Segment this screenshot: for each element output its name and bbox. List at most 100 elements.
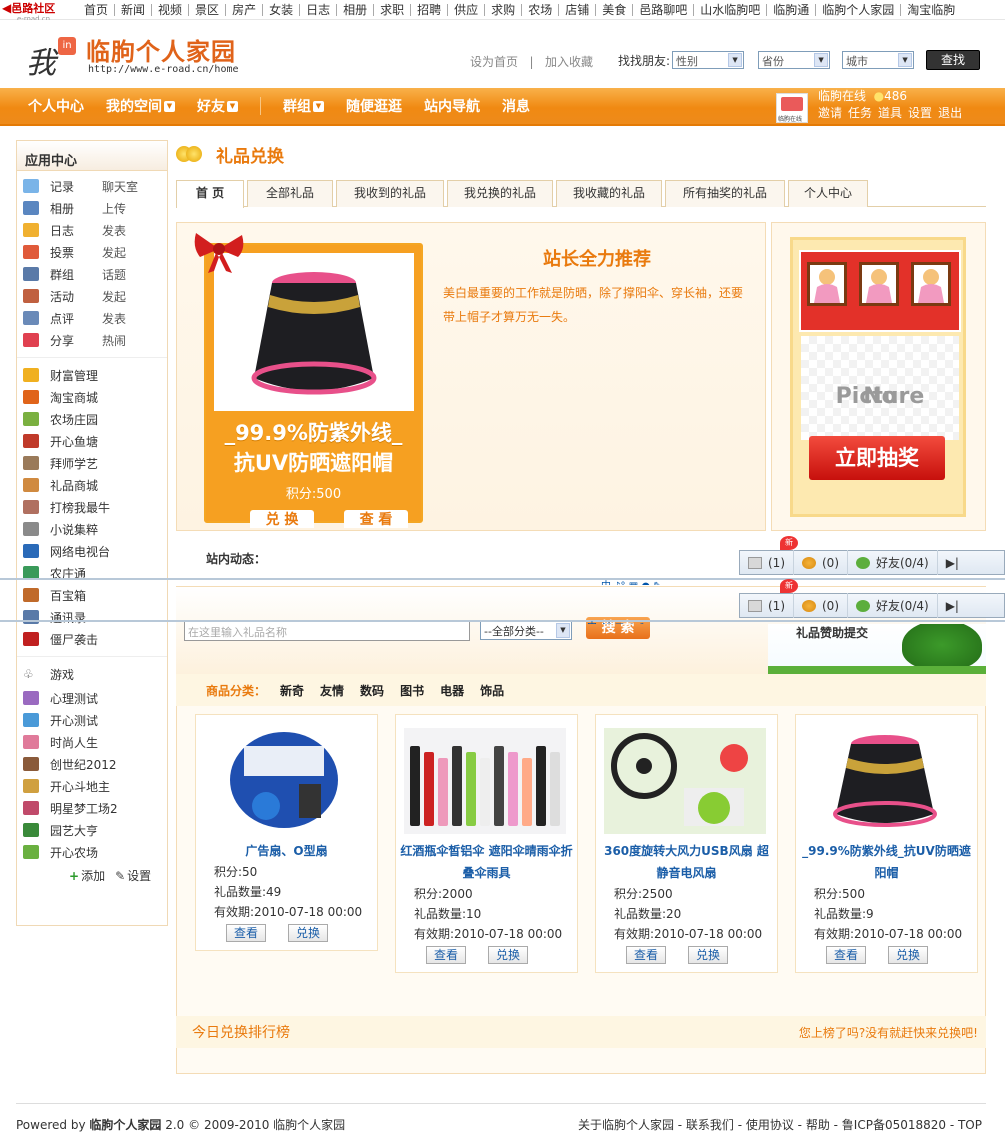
sidebar-app-action[interactable]: 发起 [102, 244, 126, 261]
category-link[interactable]: 饰品 [480, 682, 504, 699]
tab-gift-6[interactable]: 个人中心 [788, 180, 868, 207]
rank-cta-link[interactable]: 您上榜了吗?没有就赶快来兑换吧! [799, 1024, 978, 1041]
product-image[interactable] [204, 728, 366, 834]
sidebar-app-action[interactable]: 上传 [102, 200, 126, 217]
sidebar-game-item[interactable]: 心理测试 [23, 687, 167, 709]
site-logo[interactable]: ◀邑路社区 e-road.cn [2, 1, 74, 23]
home-logo[interactable]: 我 in 临朐个人家园 http://www.e-road.cn/home [22, 30, 252, 81]
sidebar-game-item[interactable]: 开心斗地主 [23, 775, 167, 797]
top-link[interactable]: 临朐通 [766, 4, 815, 16]
top-link[interactable]: 农场 [521, 4, 558, 16]
nav-item[interactable]: 随便逛逛 [346, 96, 402, 116]
top-link[interactable]: 美食 [595, 4, 632, 16]
sidebar-app-action[interactable]: 聊天室 [102, 178, 138, 195]
product-image[interactable] [604, 728, 766, 834]
add-app-link[interactable]: 添加 [81, 867, 105, 884]
product-exchange-button[interactable]: 兑换 [488, 946, 528, 964]
product-view-button[interactable]: 查看 [826, 946, 866, 964]
category-link[interactable]: 图书 [400, 682, 424, 699]
nav-item[interactable]: 我的空间 ▼ [106, 96, 175, 116]
sidebar-app-action[interactable]: 热闹 [102, 332, 126, 349]
sidebar-app-link[interactable]: 活动 [50, 288, 102, 305]
sidebar-list-item[interactable]: 财富管理 [23, 364, 167, 386]
product-name-link[interactable]: 360度旋转大风力USB风扇 超静音电风扇 [600, 840, 773, 884]
add-favorite-link[interactable]: 加入收藏 [545, 55, 593, 69]
top-link[interactable]: 女装 [262, 4, 299, 16]
product-exchange-button[interactable]: 兑换 [688, 946, 728, 964]
chat-expand-button[interactable]: ▶| [938, 550, 967, 575]
product-image[interactable] [804, 728, 966, 834]
tab-gift-1[interactable]: 全部礼品 [247, 180, 333, 207]
sidebar-app-link[interactable]: 记录 [50, 178, 102, 195]
sidebar-game-item[interactable]: 开心农场 [23, 841, 167, 863]
top-link[interactable]: 景区 [188, 4, 225, 16]
sidebar-app-link[interactable]: 投票 [50, 244, 102, 261]
gender-select[interactable]: 性别 ▼ [672, 51, 745, 69]
sidebar-list-item[interactable]: 农场庄园 [23, 408, 167, 430]
sidebar-app-link[interactable]: 分享 [50, 332, 102, 349]
product-view-button[interactable]: 查看 [426, 946, 466, 964]
sidebar-game-item[interactable]: 时尚人生 [23, 731, 167, 753]
sidebar-list-item[interactable]: 打榜我最牛 [23, 496, 167, 518]
top-link[interactable]: 求职 [373, 4, 410, 16]
footer-brand[interactable]: 临朐个人家园 [89, 1118, 161, 1132]
user-name-link[interactable]: 临朐在线 [818, 89, 866, 103]
top-link[interactable]: 招聘 [410, 4, 447, 16]
find-button[interactable]: 查找 [926, 50, 981, 70]
chat-messages-button[interactable]: 新 (1) [740, 536, 798, 575]
tab-gift-0[interactable]: 首 页 [176, 180, 244, 208]
sidebar-game-item[interactable]: 园艺大亨 [23, 819, 167, 841]
top-link[interactable]: 首页 [78, 4, 114, 16]
category-link[interactable]: 数码 [360, 682, 384, 699]
province-select[interactable]: 省份 ▼ [758, 51, 831, 69]
sidebar-list-item[interactable]: 农庄通 [23, 562, 167, 584]
user-link[interactable]: 退出 [938, 106, 962, 120]
chat-messages-button[interactable]: 新 (1) [740, 579, 798, 618]
top-link[interactable]: 日志 [299, 4, 336, 16]
featured-gift[interactable]: _99.9%防紫外线_ 抗UV防晒遮阳帽 积分:500 兑 换 查 看 [194, 233, 423, 528]
sidebar-list-item[interactable]: 小说集粹 [23, 518, 167, 540]
sidebar-list-item[interactable]: 通讯录 [23, 606, 167, 628]
sidebar-game-item[interactable]: 开心测试 [23, 709, 167, 731]
product-image[interactable] [404, 728, 566, 834]
product-view-button[interactable]: 查看 [626, 946, 666, 964]
product-exchange-button[interactable]: 兑换 [888, 946, 928, 964]
sidebar-settings-link[interactable]: 设置 [127, 867, 151, 884]
nav-item[interactable]: 群组 ▼ [283, 96, 324, 116]
top-link[interactable]: 山水临朐吧 [693, 4, 766, 16]
user-link[interactable]: 设置 [908, 106, 932, 120]
sidebar-game-item[interactable]: 明星梦工场2 [23, 797, 167, 819]
product-exchange-button[interactable]: 兑换 [288, 924, 328, 942]
category-link[interactable]: 新奇 [280, 682, 304, 699]
top-link[interactable]: 求购 [484, 4, 521, 16]
sidebar-app-action[interactable]: 发表 [102, 310, 126, 327]
top-link[interactable]: 淘宝临朐 [900, 4, 961, 16]
top-link[interactable]: 相册 [336, 4, 373, 16]
sidebar-app-link[interactable]: 相册 [50, 200, 102, 217]
chat-expand-button[interactable]: ▶| [938, 593, 967, 618]
sidebar-app-action[interactable]: 发表 [102, 222, 126, 239]
sponsor-banner[interactable]: 礼品赞助提交 [768, 624, 986, 674]
tab-gift-4[interactable]: 我收藏的礼品 [556, 180, 662, 207]
avatar[interactable]: 临朐在线 [776, 93, 808, 123]
gift-view-button[interactable]: 查 看 [344, 510, 408, 528]
user-link[interactable]: 邀请 [818, 106, 842, 120]
chat-groups-button[interactable]: (0) [794, 550, 848, 575]
user-link[interactable]: 道具 [878, 106, 902, 120]
top-link[interactable]: 新闻 [114, 4, 151, 16]
sidebar-list-item[interactable]: 百宝箱 [23, 584, 167, 606]
sidebar-list-item[interactable]: 僵尸袭击 [23, 628, 167, 650]
product-name-link[interactable]: 广告扇、O型扇 [200, 840, 373, 862]
set-home-link[interactable]: 设为首页 [470, 55, 518, 69]
top-link[interactable]: 供应 [447, 4, 484, 16]
top-link[interactable]: 邑路聊吧 [632, 4, 693, 16]
sidebar-list-item[interactable]: 网络电视台 [23, 540, 167, 562]
sidebar-list-item[interactable]: 拜师学艺 [23, 452, 167, 474]
category-link[interactable]: 友情 [320, 682, 344, 699]
tab-gift-3[interactable]: 我兑换的礼品 [447, 180, 553, 207]
user-link[interactable]: 任务 [848, 106, 872, 120]
sidebar-app-action[interactable]: 发起 [102, 288, 126, 305]
tab-gift-5[interactable]: 所有抽奖的礼品 [665, 180, 785, 207]
sidebar-list-item[interactable]: 淘宝商城 [23, 386, 167, 408]
nav-item[interactable]: 站内导航 [424, 96, 480, 116]
